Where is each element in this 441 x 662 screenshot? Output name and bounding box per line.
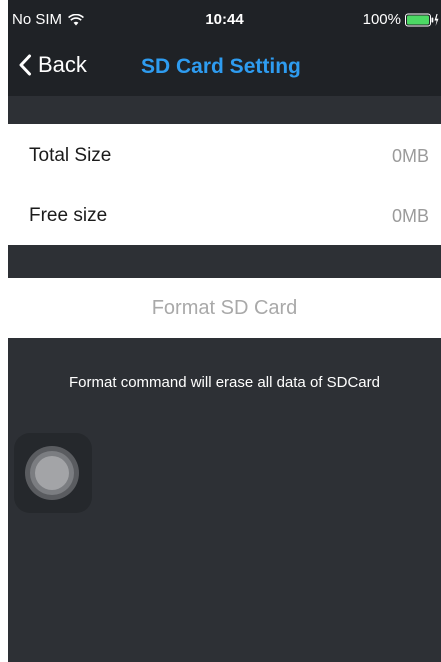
back-label: Back <box>38 52 87 77</box>
page-title: SD Card Setting <box>141 55 301 78</box>
total-size-label: Total Size <box>29 145 112 166</box>
back-button[interactable]: Back <box>18 52 87 78</box>
battery-icon <box>405 13 439 26</box>
free-size-label: Free size <box>29 205 108 226</box>
sd-info-group: Total Size 0MB Free size 0MB <box>8 124 441 245</box>
free-size-value: 0MB <box>391 205 429 226</box>
assistive-touch-button[interactable] <box>14 433 92 513</box>
total-size-value: 0MB <box>391 145 429 166</box>
total-size-row: Total Size 0MB <box>8 126 441 186</box>
chevron-left-icon <box>19 54 31 76</box>
format-sd-card-button[interactable]: Format SD Card <box>8 278 441 338</box>
app-screen: No SIM 10:44 100% Back SD Card Setting T… <box>8 0 441 662</box>
free-size-row: Free size 0MB <box>8 186 441 246</box>
charging-bolt-icon <box>434 13 439 26</box>
assistive-touch-icon <box>25 446 79 500</box>
battery-percent: 100% <box>362 11 401 28</box>
status-right: 100% <box>363 11 439 28</box>
status-bar: No SIM 10:44 100% <box>8 0 441 40</box>
navigation-bar: Back SD Card Setting <box>8 40 441 96</box>
format-warning-text: Format command will erase all data of SD… <box>69 374 380 391</box>
